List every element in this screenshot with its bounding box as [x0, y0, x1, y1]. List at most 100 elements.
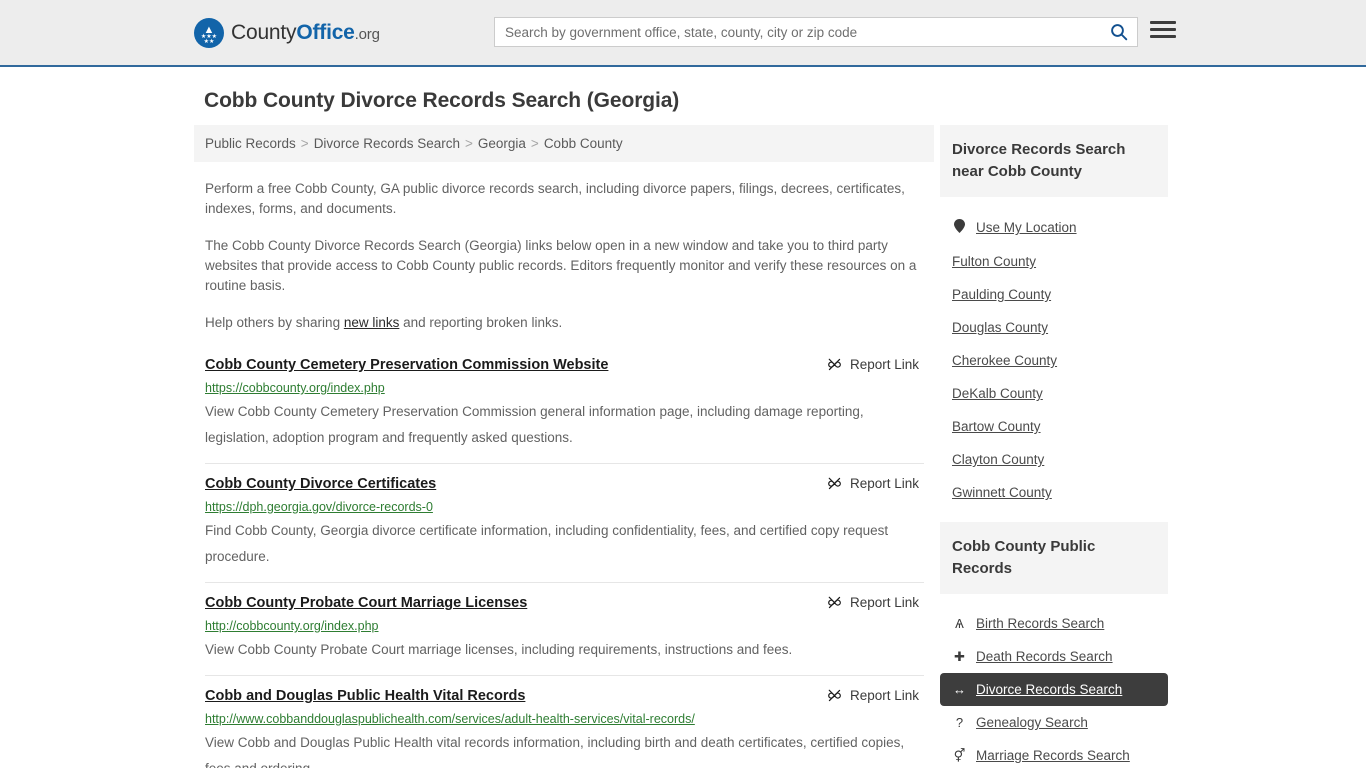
public-records-item[interactable]: Ѧ Birth Records Search [940, 607, 1168, 640]
result-header: Cobb County Probate Court Marriage Licen… [205, 594, 924, 613]
breadcrumb-item-4[interactable]: Cobb County [544, 136, 623, 151]
nearby-county-item[interactable]: DeKalb County [940, 377, 1168, 410]
public-records-list: Ѧ Birth Records Search ✚ Death Records Sear… [940, 607, 1168, 768]
result-url[interactable]: https://dph.georgia.gov/divorce-records-… [205, 500, 924, 515]
nearby-county-list: Use My Location Fulton County Paulding Cou… [940, 210, 1168, 509]
question-mark-icon: ? [955, 714, 964, 730]
hamburger-bar-1 [1150, 21, 1176, 24]
nearby-county-item[interactable]: Clayton County [940, 443, 1168, 476]
result-item: Cobb County Probate Court Marriage Licen… [205, 582, 924, 675]
broken-link-icon [827, 476, 842, 491]
report-link-button[interactable]: Report Link [827, 476, 924, 491]
nearby-county-item[interactable]: Use My Location [940, 210, 1168, 245]
new-links-link[interactable]: new links [344, 315, 400, 330]
public-records-label[interactable]: Genealogy Search [976, 715, 1088, 730]
result-url[interactable]: http://www.cobbanddouglaspublichealth.co… [205, 712, 924, 727]
public-records-label[interactable]: Birth Records Search [976, 616, 1104, 631]
result-item: Cobb County Cemetery Preservation Commis… [205, 350, 924, 463]
nearby-county-label[interactable]: Paulding County [952, 287, 1051, 302]
cross-icon: ✚ [954, 648, 965, 664]
public-records-box: Cobb County Public Records Ѧ Birth Record… [940, 522, 1168, 768]
nearby-county-label[interactable]: Gwinnett County [952, 485, 1052, 500]
search-bar[interactable] [494, 17, 1138, 47]
broken-link-icon [827, 688, 842, 703]
public-records-item[interactable]: ? Genealogy Search [940, 706, 1168, 739]
nearby-county-label[interactable]: Fulton County [952, 254, 1036, 269]
nearby-county-label[interactable]: Douglas County [952, 320, 1048, 335]
location-pin-icon [952, 219, 967, 236]
breadcrumb-item-1[interactable]: Public Records [205, 136, 296, 151]
public-records-item[interactable]: ↔ Divorce Records Search [940, 673, 1168, 706]
nearby-county-item[interactable]: Cherokee County [940, 344, 1168, 377]
report-link-label: Report Link [849, 357, 919, 372]
result-header: Cobb and Douglas Public Health Vital Rec… [205, 687, 924, 706]
nearby-searches-box: Divorce Records Search near Cobb County … [940, 125, 1168, 509]
public-records-label[interactable]: Death Records Search [976, 649, 1113, 664]
breadcrumb-separator: > [300, 136, 309, 151]
nearby-county-label[interactable]: Use My Location [976, 220, 1077, 235]
report-link-button[interactable]: Report Link [827, 688, 924, 703]
intro-paragraph-2: The Cobb County Divorce Records Search (… [205, 238, 917, 293]
public-records-label[interactable]: Marriage Records Search [976, 748, 1130, 763]
brand-tld: .org [354, 25, 380, 43]
nearby-county-label[interactable]: DeKalb County [952, 386, 1043, 401]
public-records-item[interactable]: ✚ Death Records Search [940, 640, 1168, 673]
hamburger-menu-icon[interactable] [1150, 21, 1176, 38]
male-female-icon: ⚥ [953, 747, 966, 763]
result-title-link[interactable]: Cobb County Probate Court Marriage Licen… [205, 594, 527, 613]
result-description: Find Cobb County, Georgia divorce certif… [205, 523, 889, 564]
breadcrumb: Public Records > Divorce Records Search > Ge… [194, 125, 934, 162]
result-title-link[interactable]: Cobb and Douglas Public Health Vital Rec… [205, 687, 525, 706]
intro-p3-after: and reporting broken links. [399, 315, 563, 330]
sidebar: Divorce Records Search near Cobb County … [940, 125, 1168, 768]
report-link-button[interactable]: Report Link [827, 357, 924, 372]
result-description: View Cobb County Cemetery Preservation C… [205, 404, 864, 445]
result-url[interactable]: https://cobbcounty.org/index.php [205, 381, 924, 396]
result-item: Cobb County Divorce Certificates Report L… [205, 463, 924, 582]
nearby-searches-heading: Divorce Records Search near Cobb County [940, 125, 1168, 197]
main-content-column: Public Records > Divorce Records Search > Ge… [194, 125, 934, 768]
intro-paragraph-3: Help others by sharing new links and rep… [205, 313, 924, 333]
report-link-label: Report Link [849, 595, 919, 610]
nearby-county-item[interactable]: Bartow County [940, 410, 1168, 443]
nearby-county-item[interactable]: Paulding County [940, 278, 1168, 311]
breadcrumb-separator: > [530, 136, 539, 151]
result-url[interactable]: http://cobbcounty.org/index.php [205, 619, 924, 634]
result-title-link[interactable]: Cobb County Divorce Certificates [205, 475, 436, 494]
result-description: View Cobb and Douglas Public Health vita… [205, 735, 905, 768]
search-input[interactable] [495, 24, 1101, 40]
hamburger-bar-3 [1150, 35, 1176, 38]
result-header: Cobb County Cemetery Preservation Commis… [205, 356, 924, 375]
nearby-county-item[interactable]: Douglas County [940, 311, 1168, 344]
nearby-county-item[interactable]: Fulton County [940, 245, 1168, 278]
result-header: Cobb County Divorce Certificates Report L… [205, 475, 924, 494]
search-icon [1111, 24, 1128, 41]
stars-row-2: ★★ [203, 38, 215, 45]
intro-text-block: Perform a free Cobb County, GA public di… [194, 179, 934, 333]
result-item: Cobb and Douglas Public Health Vital Rec… [205, 675, 924, 768]
nearby-county-item[interactable]: Gwinnett County [940, 476, 1168, 509]
public-records-heading: Cobb County Public Records [940, 522, 1168, 594]
site-logo-link[interactable]: ▲ ★★★ ★★ CountyOffice.org [194, 17, 380, 48]
broken-link-icon [827, 357, 842, 372]
nearby-county-label[interactable]: Cherokee County [952, 353, 1057, 368]
site-header: ▲ ★★★ ★★ CountyOffice.org [0, 0, 1366, 67]
breadcrumb-item-2[interactable]: Divorce Records Search [314, 136, 460, 151]
brand-wordmark: CountyOffice.org [231, 21, 380, 45]
search-button[interactable] [1101, 18, 1137, 46]
intro-paragraph-1: Perform a free Cobb County, GA public di… [205, 181, 905, 216]
public-records-item[interactable]: ⚥ Marriage Records Search [940, 739, 1168, 768]
hamburger-bar-2 [1150, 28, 1176, 31]
report-link-button[interactable]: Report Link [827, 595, 924, 610]
result-title-link[interactable]: Cobb County Cemetery Preservation Commis… [205, 356, 608, 375]
left-right-arrow-icon: ↔ [953, 681, 966, 697]
baby-icon: Ѧ [955, 615, 964, 631]
nearby-county-label[interactable]: Bartow County [952, 419, 1041, 434]
result-description: View Cobb County Probate Court marriage … [205, 642, 793, 657]
public-records-label[interactable]: Divorce Records Search [976, 682, 1122, 697]
breadcrumb-item-3[interactable]: Georgia [478, 136, 526, 151]
nearby-county-label[interactable]: Clayton County [952, 452, 1044, 467]
